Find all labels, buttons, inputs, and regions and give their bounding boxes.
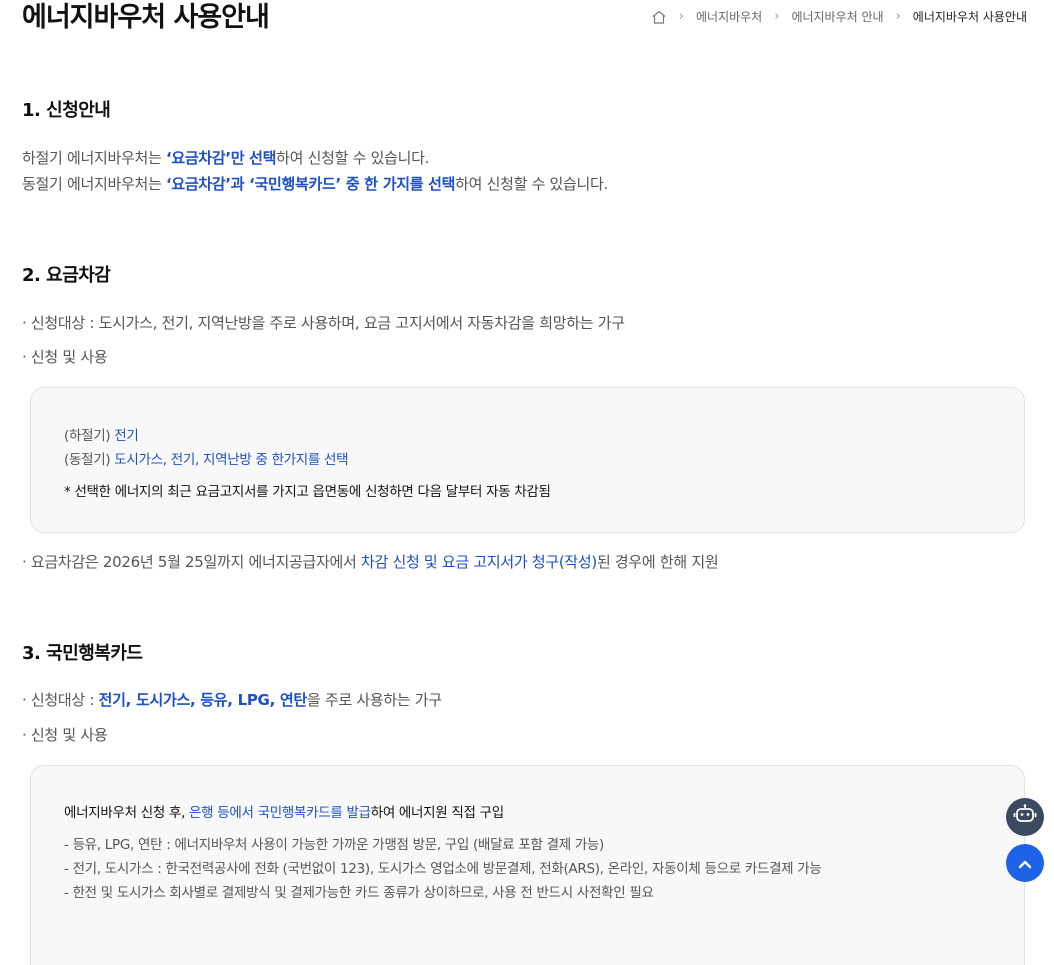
card-target: · 신청대상 : 전기, 도시가스, 등유, LPG, 연탄을 주로 사용하는 … [22,689,442,710]
card-intro: 에너지바우처 신청 후, 은행 등에서 국민행복카드를 발급하여 에너지원 직접… [64,801,504,821]
bill-deduction-note: * 선택한 에너지의 최근 요금고지서를 가지고 읍면동에 신청하면 다음 달부… [64,484,551,500]
chevron-right-icon: › [678,9,684,24]
breadcrumb-item[interactable]: 에너지바우처 안내 [791,8,883,25]
breadcrumb: › 에너지바우처 › 에너지바우처 안내 › 에너지바우처 사용안내 [651,8,1027,25]
apply-guide-winter: 동절기 에너지바우처는 ‘요금차감’과 ‘국민행복카드’ 중 한 가지를 선택하… [22,173,608,194]
bill-deduction-deadline: · 요금차감은 2026년 5월 25일까지 에너지공급자에서 차감 신청 및 … [22,551,719,572]
highlight-text: ‘요금차감’과 ‘국민행복카드’ 중 한 가지를 선택 [165,175,456,193]
text: 된 경우에 한해 지원 [596,553,719,571]
card-apply: · 신청 및 사용 [22,726,108,744]
bill-deduction-box: (하절기) 전기 (동절기) 도시가스, 전기, 지역난방 중 한가지를 선택 … [30,387,1025,533]
chevron-right-icon: › [895,9,901,24]
scroll-top-button[interactable] [1006,844,1044,882]
highlight-text: 차감 신청 및 요금 고지서가 청구(작성) [360,553,597,571]
card-item: - 한전 및 도시가스 회사별로 결제방식 및 결제가능한 카드 종류가 상이하… [64,885,654,901]
breadcrumb-current: 에너지바우처 사용안내 [912,10,1027,24]
highlight-text: 전기, 도시가스, 등유, LPG, 연탄 [98,691,308,709]
section-title-apply-guide: 1. 신청안내 [22,100,111,121]
section-title-happiness-card: 3. 국민행복카드 [22,643,143,664]
card-item: - 등유, LPG, 연탄 : 에너지바우처 사용이 가능한 가까운 가맹점 방… [64,837,605,853]
text: 동절기 에너지바우처는 [22,175,166,193]
home-icon[interactable] [651,9,667,25]
card-item: - 전기, 도시가스 : 한국전력공사에 전화 (국번없이 123), 도시가스… [64,861,822,877]
text: 하절기 에너지바우처는 [22,149,166,167]
page-title: 에너지바우처 사용안내 [22,2,270,33]
highlight-text: ‘요금차감’만 선택 [165,149,277,167]
label: (하절기) [64,428,115,444]
label: (동절기) [64,452,115,468]
text: · 요금차감은 2026년 5월 25일까지 에너지공급자에서 [22,553,361,571]
text: 에너지바우처 신청 후, [64,805,190,821]
apply-guide-summer: 하절기 에너지바우처는 ‘요금차감’만 선택하여 신청할 수 있습니다. [22,147,429,168]
value: 도시가스, 전기, 지역난방 중 한가지를 선택 [114,452,349,468]
bill-deduction-apply: · 신청 및 사용 [22,348,108,366]
bill-deduction-target: · 신청대상 : 도시가스, 전기, 지역난방을 주로 사용하며, 요금 고지서… [22,314,625,332]
robot-icon [1013,804,1037,830]
highlight-text: 은행 등에서 국민행복카드를 발급 [189,805,371,821]
text: 하여 신청할 수 있습니다. [276,149,430,167]
value: 전기 [114,428,139,444]
text: · 신청대상 : [22,691,99,709]
summer-option: (하절기) 전기 [64,424,139,444]
text: 을 주로 사용하는 가구 [306,691,442,709]
winter-option: (동절기) 도시가스, 전기, 지역난방 중 한가지를 선택 [64,448,349,468]
page: 에너지바우처 사용안내 › 에너지바우처 › 에너지바우처 안내 › 에너지바우… [0,0,1054,965]
card-box: 에너지바우처 신청 후, 은행 등에서 국민행복카드를 발급하여 에너지원 직접… [30,765,1025,965]
section-title-bill-deduction: 2. 요금차감 [22,265,111,286]
chatbot-button[interactable] [1006,798,1044,836]
chevron-right-icon: › [774,9,780,24]
text: 하여 신청할 수 있습니다. [455,175,609,193]
text: 하여 에너지원 직접 구입 [370,805,504,821]
breadcrumb-item[interactable]: 에너지바우처 [696,8,762,25]
chevron-up-icon [1018,854,1032,873]
